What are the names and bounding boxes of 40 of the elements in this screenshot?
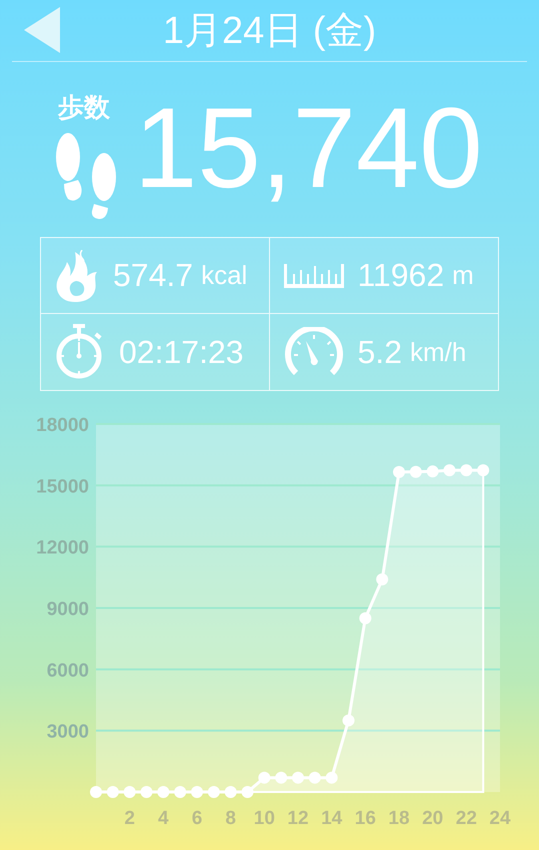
data-point xyxy=(477,464,490,476)
data-point xyxy=(359,612,372,624)
back-icon[interactable] xyxy=(24,7,60,53)
stat-value: 11962 xyxy=(358,257,444,294)
data-point xyxy=(208,786,220,798)
date-title: 1月24日 (金) xyxy=(162,8,378,54)
data-point xyxy=(106,786,119,798)
data-point xyxy=(410,466,422,478)
ruler-icon xyxy=(284,262,344,290)
stat-unit: km/h xyxy=(410,336,466,368)
stat-unit: kcal xyxy=(201,260,248,291)
data-point xyxy=(275,772,288,784)
step-count: 15,740 xyxy=(134,92,483,206)
data-point xyxy=(157,786,170,798)
stat-value: 574.7 xyxy=(113,257,194,294)
flame-icon xyxy=(55,250,99,302)
data-point xyxy=(224,786,237,798)
y-tick-label: 18000 xyxy=(36,415,89,436)
data-point xyxy=(393,466,405,478)
data-point xyxy=(140,786,152,798)
data-point xyxy=(342,714,354,726)
data-point xyxy=(292,772,304,784)
data-point xyxy=(326,772,338,784)
data-point xyxy=(258,772,270,784)
speedometer-icon xyxy=(284,327,344,377)
data-point xyxy=(90,786,102,798)
data-point xyxy=(376,573,388,586)
data-point xyxy=(191,786,203,798)
steps-label: 歩数 xyxy=(58,91,110,124)
data-point xyxy=(242,786,254,798)
stat-value: 5.2 xyxy=(358,334,402,370)
data-point xyxy=(460,464,472,476)
data-point xyxy=(426,465,439,478)
y-tick-label: 3000 xyxy=(46,722,89,743)
data-point xyxy=(308,772,321,784)
data-point xyxy=(444,464,456,476)
data-point xyxy=(124,786,136,798)
stat-value: 02:17:23 xyxy=(119,334,244,370)
data-point xyxy=(174,786,186,798)
stat-unit: m xyxy=(452,260,474,291)
